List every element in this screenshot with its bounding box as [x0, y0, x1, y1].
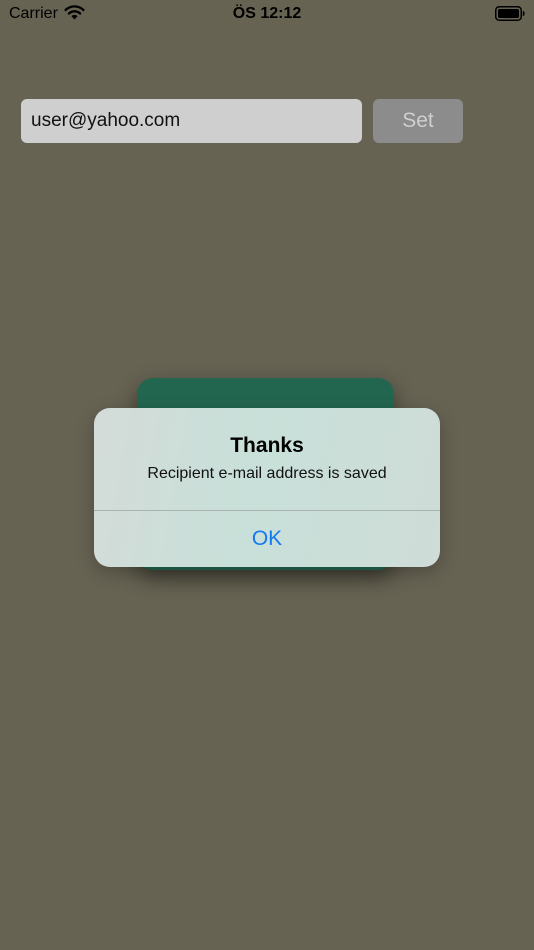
alert-message: Recipient e-mail address is saved: [147, 465, 387, 482]
alert-title: Thanks: [230, 434, 304, 457]
battery-icon: [495, 6, 525, 21]
email-input[interactable]: [21, 99, 362, 143]
alert-dialog: Thanks Recipient e-mail address is saved…: [94, 408, 440, 567]
ok-button[interactable]: OK: [94, 511, 440, 567]
set-button[interactable]: Set: [373, 99, 463, 143]
clock: ÖS 12:12: [232, 5, 302, 22]
status-bar: Carrier ÖS 12:12: [0, 0, 534, 28]
